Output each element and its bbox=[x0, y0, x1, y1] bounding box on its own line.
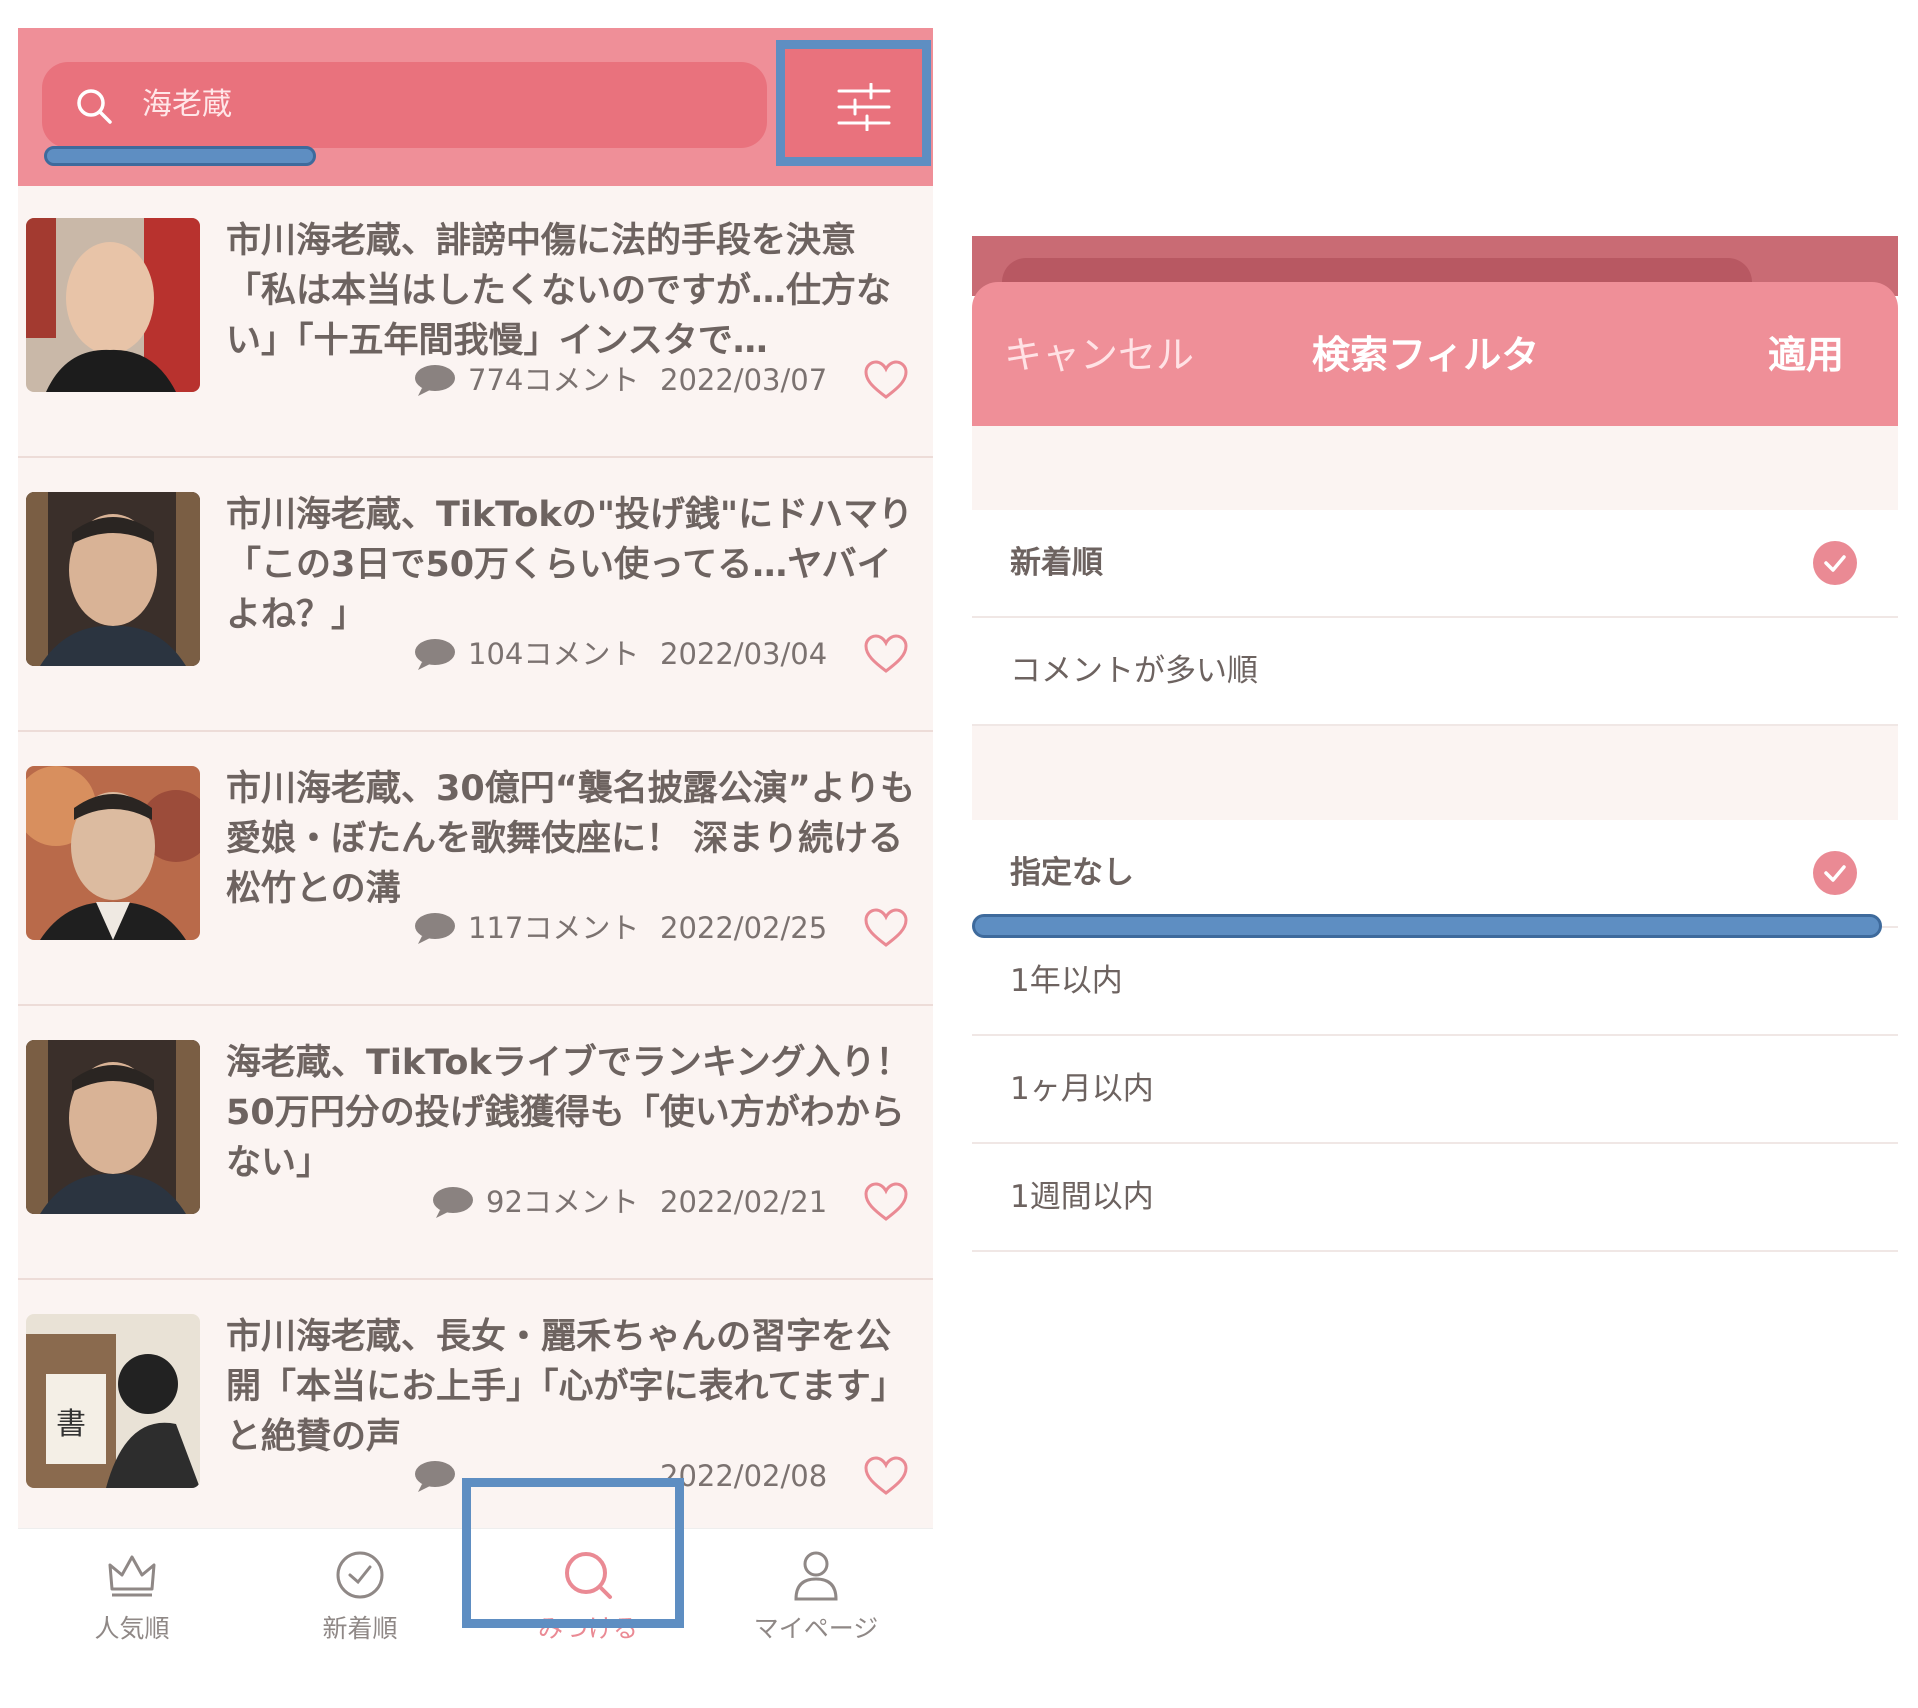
article-date: 2022/02/21 bbox=[660, 1185, 828, 1219]
article-date: 2022/03/07 bbox=[660, 363, 828, 397]
comment-bubble-icon bbox=[433, 1187, 473, 1218]
heart-icon[interactable] bbox=[864, 1456, 908, 1496]
article-title: 市川海老蔵、長女・麗禾ちゃんの習字を公開「本当にお上手」「心が字に表れてます」と… bbox=[226, 1317, 906, 1457]
search-filter-sheet: キャンセル 検索フィルタ 適用 新着順 コメントが多い順 指定なし 1年以内 1… bbox=[972, 236, 1898, 1276]
article-title: 市川海老蔵、TikTokの"投げ銭"にドハマり「この3日で50万くらい使ってる…… bbox=[226, 495, 914, 635]
check-circle-icon bbox=[1813, 851, 1857, 895]
search-header: 海老蔵 bbox=[18, 28, 933, 186]
search-query: 海老蔵 bbox=[142, 87, 232, 122]
tab-highlight-annotation bbox=[462, 1478, 684, 1628]
heart-icon[interactable] bbox=[864, 634, 908, 674]
article-title: 市川海老蔵、30億円“襲名披露公演”よりも愛娘・ぼたんを歌舞伎座に！ 深まり続け… bbox=[226, 769, 916, 909]
sort-option-most-comments[interactable]: コメントが多い順 bbox=[972, 618, 1898, 726]
filter-sliders-icon bbox=[837, 83, 891, 131]
tab-label: 人気順 bbox=[94, 1614, 170, 1643]
clock-check-icon bbox=[336, 1551, 384, 1599]
article-meta: 2022/02/08 bbox=[18, 1456, 908, 1496]
article-item[interactable]: 市川海老蔵、30億円“襲名披露公演”よりも愛娘・ぼたんを歌舞伎座に！ 深まり続け… bbox=[18, 734, 933, 1006]
article-item[interactable]: 市川海老蔵、誹謗中傷に法的手段を決意「私は本当はしたくないのですが…仕方ない」「… bbox=[18, 186, 933, 458]
article-date: 2022/02/25 bbox=[660, 911, 828, 945]
option-label: コメントが多い順 bbox=[1010, 653, 1258, 689]
search-input[interactable]: 海老蔵 bbox=[42, 62, 767, 148]
option-label: 1ヶ月以内 bbox=[1010, 1071, 1154, 1107]
tab-label: 新着順 bbox=[322, 1614, 398, 1643]
heart-icon[interactable] bbox=[864, 908, 908, 948]
section-gap-period bbox=[972, 726, 1898, 820]
apply-button[interactable]: 適用 bbox=[1768, 330, 1844, 380]
period-option-none[interactable]: 指定なし bbox=[972, 820, 1898, 928]
crown-icon bbox=[108, 1555, 156, 1597]
comment-count: 92コメント bbox=[486, 1185, 639, 1219]
svg-text:書: 書 bbox=[56, 1407, 86, 1442]
article-item[interactable]: 市川海老蔵、TikTokの"投げ銭"にドハマり「この3日で50万くらい使ってる…… bbox=[18, 460, 933, 732]
section-gap-sort bbox=[972, 426, 1898, 510]
tab-newest[interactable]: 新着順 bbox=[246, 1529, 474, 1648]
comment-bubble-icon bbox=[415, 1461, 455, 1492]
period-highlight-annotation bbox=[972, 914, 1882, 938]
filter-title: 検索フィルタ bbox=[1312, 333, 1540, 377]
option-label: 指定なし bbox=[1010, 855, 1134, 891]
check-circle-icon bbox=[1813, 541, 1857, 585]
filter-header: キャンセル 検索フィルタ 適用 bbox=[972, 282, 1898, 426]
article-meta: 774コメント 2022/03/07 bbox=[18, 360, 908, 400]
filter-button[interactable] bbox=[776, 40, 931, 166]
comment-bubble-icon bbox=[415, 639, 455, 670]
comment-count: 104コメント bbox=[468, 637, 640, 671]
article-meta: 104コメント 2022/03/04 bbox=[18, 634, 908, 674]
heart-icon[interactable] bbox=[864, 1182, 908, 1222]
tab-label: マイページ bbox=[753, 1614, 879, 1643]
tab-popular[interactable]: 人気順 bbox=[18, 1529, 246, 1648]
article-item[interactable]: 海老蔵、TikTokライブでランキング入り！ 50万円分の投げ銭獲得も「使い方が… bbox=[18, 1008, 933, 1280]
article-date: 2022/03/04 bbox=[660, 637, 828, 671]
article-meta: 117コメント 2022/02/25 bbox=[18, 908, 908, 948]
tab-mypage[interactable]: マイページ bbox=[702, 1529, 930, 1648]
cancel-button[interactable]: キャンセル bbox=[1004, 330, 1194, 380]
period-option-1year[interactable]: 1年以内 bbox=[972, 928, 1898, 1036]
period-option-1week[interactable]: 1週間以内 bbox=[972, 1144, 1898, 1252]
search-icon bbox=[77, 89, 112, 124]
option-label: 1週間以内 bbox=[1010, 1179, 1154, 1215]
comment-count: 774コメント bbox=[468, 363, 640, 397]
person-icon bbox=[794, 1551, 838, 1601]
article-title: 市川海老蔵、誹謗中傷に法的手段を決意「私は本当はしたくないのですが…仕方ない」「… bbox=[226, 221, 892, 361]
comment-bubble-icon bbox=[415, 365, 455, 396]
article-meta: 92コメント 2022/02/21 bbox=[18, 1182, 908, 1222]
search-results-screen: 海老蔵 市川海老蔵、誹謗中傷に法的手段を決意「私は本当はしたくないのですが…仕方… bbox=[18, 28, 933, 1648]
sort-option-newest[interactable]: 新着順 bbox=[972, 510, 1898, 618]
option-label: 1年以内 bbox=[1010, 963, 1123, 999]
article-title: 海老蔵、TikTokライブでランキング入り！ 50万円分の投げ銭獲得も「使い方が… bbox=[226, 1043, 911, 1183]
search-highlight-annotation bbox=[44, 146, 316, 166]
heart-icon[interactable] bbox=[864, 360, 908, 400]
period-option-1month[interactable]: 1ヶ月以内 bbox=[972, 1036, 1898, 1144]
option-label: 新着順 bbox=[1010, 545, 1103, 581]
comment-bubble-icon bbox=[415, 913, 455, 944]
article-date: 2022/02/08 bbox=[660, 1459, 828, 1493]
comment-count: 117コメント bbox=[468, 911, 640, 945]
